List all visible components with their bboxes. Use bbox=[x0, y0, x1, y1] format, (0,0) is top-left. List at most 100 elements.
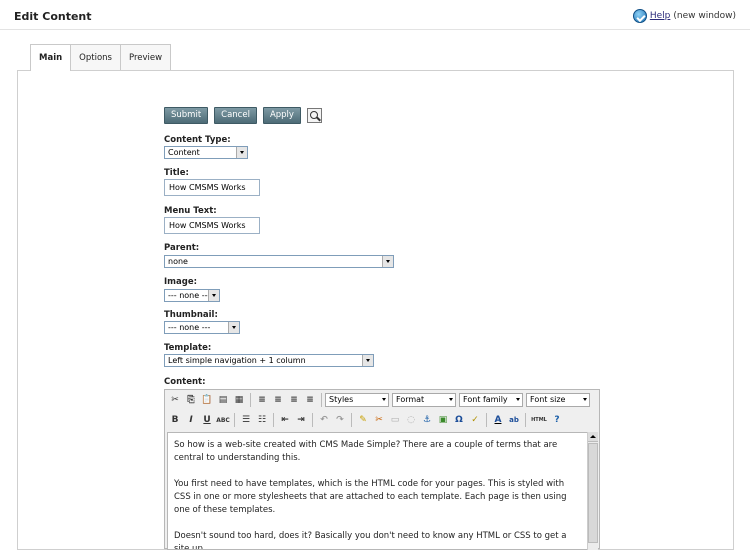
chevron-down-icon[interactable] bbox=[449, 398, 453, 401]
scroll-up-icon[interactable] bbox=[588, 432, 598, 442]
format-dropdown[interactable]: Format bbox=[392, 393, 456, 407]
image-select[interactable]: --- none --- bbox=[164, 289, 220, 302]
font-family-label: Font family bbox=[463, 395, 508, 404]
chevron-down-icon[interactable] bbox=[382, 398, 386, 401]
editor-toolbar-1: ✂ ⎘ 📋 ▤ ▦ ≡ ≡ ≡ ≡ Styles Format Font fam… bbox=[167, 391, 593, 409]
styles-label: Styles bbox=[329, 395, 354, 404]
bold-icon[interactable]: B bbox=[167, 412, 183, 428]
image-insert-icon[interactable]: ▭ bbox=[387, 412, 403, 428]
toolbar-divider bbox=[273, 413, 274, 427]
header-bar: Edit Content Help (new window) bbox=[0, 0, 750, 30]
editor-paragraph: Doesn't sound too hard, does it? Basical… bbox=[174, 531, 567, 550]
chevron-down-icon[interactable] bbox=[362, 355, 373, 366]
undo-icon[interactable]: ↶ bbox=[316, 412, 332, 428]
template-select[interactable]: Left simple navigation + 1 column bbox=[164, 354, 374, 367]
cleanup-brush-icon[interactable]: ✓ bbox=[467, 412, 483, 428]
paste-word-icon[interactable]: ▦ bbox=[231, 392, 247, 408]
help-link-suffix: (new window) bbox=[673, 11, 736, 21]
paste-icon[interactable]: 📋 bbox=[199, 392, 215, 408]
insert-image-icon[interactable]: ▣ bbox=[435, 412, 451, 428]
magnifier-icon[interactable] bbox=[306, 108, 322, 123]
font-family-dropdown[interactable]: Font family bbox=[459, 393, 523, 407]
italic-icon[interactable]: I bbox=[183, 412, 199, 428]
align-right-icon[interactable]: ≡ bbox=[286, 392, 302, 408]
apply-button[interactable]: Apply bbox=[262, 107, 301, 124]
chevron-down-icon[interactable] bbox=[228, 322, 239, 333]
cleanup-icon[interactable]: ◌ bbox=[403, 412, 419, 428]
copy-icon[interactable]: ⎘ bbox=[183, 392, 199, 408]
redo-icon[interactable]: ↷ bbox=[332, 412, 348, 428]
action-buttons: Submit Cancel Apply bbox=[164, 107, 322, 124]
tab-main[interactable]: Main bbox=[30, 44, 72, 71]
special-char-icon[interactable]: Ω bbox=[451, 412, 467, 428]
toolbar-divider bbox=[486, 413, 487, 427]
indent-icon[interactable]: ⇥ bbox=[293, 412, 309, 428]
toolbar-divider bbox=[312, 413, 313, 427]
unlink-icon[interactable]: ✂ bbox=[371, 412, 387, 428]
format-label: Format bbox=[396, 395, 425, 404]
parent-value: none bbox=[168, 257, 188, 266]
editor-paragraph: You first need to have templates, which … bbox=[174, 479, 567, 515]
anchor-icon[interactable]: ⚓ bbox=[419, 412, 435, 428]
tab-bar: Main Options Preview bbox=[30, 44, 172, 71]
editor-scrollbar[interactable] bbox=[587, 432, 598, 550]
bullet-list-icon[interactable]: ☰ bbox=[238, 412, 254, 428]
outdent-icon[interactable]: ⇤ bbox=[277, 412, 293, 428]
chevron-down-icon[interactable] bbox=[208, 290, 219, 301]
editor-paragraph: So how is a web-site created with CMS Ma… bbox=[174, 440, 558, 463]
content-type-select[interactable]: Content bbox=[164, 146, 248, 159]
template-value: Left simple navigation + 1 column bbox=[168, 356, 306, 365]
parent-select[interactable]: none bbox=[164, 255, 394, 268]
toolbar-divider bbox=[234, 413, 235, 427]
content-label: Content: bbox=[164, 377, 206, 387]
title-label: Title: bbox=[164, 168, 189, 178]
editor-content-area[interactable]: So how is a web-site created with CMS Ma… bbox=[167, 432, 589, 550]
cancel-button[interactable]: Cancel bbox=[214, 107, 257, 124]
thumbnail-select[interactable]: --- none --- bbox=[164, 321, 240, 334]
text-color-icon[interactable]: A bbox=[490, 412, 506, 428]
scroll-thumb[interactable] bbox=[588, 443, 598, 543]
page-title: Edit Content bbox=[14, 10, 92, 23]
help-link[interactable]: Help (new window) bbox=[632, 9, 736, 23]
submit-button[interactable]: Submit bbox=[164, 107, 209, 124]
title-input[interactable]: How CMSMS Works bbox=[164, 179, 260, 196]
image-value: --- none --- bbox=[168, 291, 211, 300]
align-center-icon[interactable]: ≡ bbox=[270, 392, 286, 408]
chevron-down-icon[interactable] bbox=[583, 398, 587, 401]
help-link-text[interactable]: Help bbox=[650, 11, 671, 21]
font-size-dropdown[interactable]: Font size bbox=[526, 393, 590, 407]
wysiwyg-editor: ✂ ⎘ 📋 ▤ ▦ ≡ ≡ ≡ ≡ Styles Format Font fam… bbox=[164, 389, 600, 550]
menu-text-label: Menu Text: bbox=[164, 206, 217, 216]
editor-toolbar-2: B I U ABC ☰ ☷ ⇤ ⇥ ↶ ↷ ✎ ✂ ▭ ◌ ⚓ ▣ Ω ✓ A … bbox=[167, 411, 565, 429]
align-left-icon[interactable]: ≡ bbox=[254, 392, 270, 408]
content-type-label: Content Type: bbox=[164, 135, 231, 145]
toolbar-divider bbox=[321, 393, 322, 407]
tab-options[interactable]: Options bbox=[70, 44, 121, 70]
align-justify-icon[interactable]: ≡ bbox=[302, 392, 318, 408]
thumbnail-label: Thumbnail: bbox=[164, 310, 218, 320]
chevron-down-icon[interactable] bbox=[236, 147, 247, 158]
chevron-down-icon[interactable] bbox=[382, 256, 393, 267]
help-icon[interactable] bbox=[632, 9, 647, 23]
paste-text-icon[interactable]: ▤ bbox=[215, 392, 231, 408]
menu-text-input[interactable]: How CMSMS Works bbox=[164, 217, 260, 234]
tab-preview[interactable]: Preview bbox=[119, 44, 172, 70]
content-type-value: Content bbox=[168, 148, 200, 157]
cut-icon[interactable]: ✂ bbox=[167, 392, 183, 408]
link-icon[interactable]: ✎ bbox=[355, 412, 371, 428]
numbered-list-icon[interactable]: ☷ bbox=[254, 412, 270, 428]
toolbar-divider bbox=[525, 413, 526, 427]
thumbnail-value: --- none --- bbox=[168, 323, 211, 332]
toolbar-divider bbox=[351, 413, 352, 427]
template-label: Template: bbox=[164, 343, 212, 353]
chevron-down-icon[interactable] bbox=[516, 398, 520, 401]
toolbar-divider bbox=[250, 393, 251, 407]
highlight-color-icon[interactable]: ab bbox=[506, 412, 522, 428]
styles-dropdown[interactable]: Styles bbox=[325, 393, 389, 407]
help-icon[interactable]: ? bbox=[549, 412, 565, 428]
html-source-icon[interactable]: HTML bbox=[529, 412, 549, 428]
parent-label: Parent: bbox=[164, 243, 200, 253]
underline-icon[interactable]: U bbox=[199, 412, 215, 428]
font-size-label: Font size bbox=[530, 395, 566, 404]
strikethrough-icon[interactable]: ABC bbox=[215, 412, 231, 428]
